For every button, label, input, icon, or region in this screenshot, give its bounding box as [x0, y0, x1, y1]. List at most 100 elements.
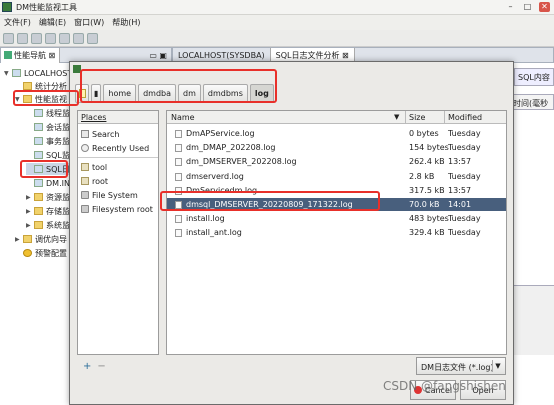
minimize-panel-icon[interactable]: ▭ ▣: [149, 51, 167, 60]
cut-icon[interactable]: [59, 32, 70, 44]
tree-node[interactable]: ▶ 系统监: [26, 219, 70, 231]
menu-bar: 文件(F) 编辑(E) 窗口(W) 帮助(H): [0, 15, 554, 30]
remove-place-button[interactable]: −: [97, 361, 105, 372]
window-controls: – □ ✕: [505, 2, 550, 12]
tree-node[interactable]: 预警配置: [15, 247, 67, 259]
file-size: 154 bytes: [409, 143, 449, 153]
file-modified: Tuesday: [448, 129, 481, 138]
highlight-breadcrumb: [80, 69, 277, 103]
file-row[interactable]: dmserverd.log 2.8 kB Tuesday: [167, 170, 506, 183]
file-size: 329.4 kB: [409, 228, 445, 238]
folder-icon: [23, 235, 32, 243]
disk-icon: [81, 191, 89, 199]
place-label: tool: [92, 162, 108, 172]
new-icon[interactable]: [3, 32, 14, 44]
tree-node[interactable]: ▶ 调优向导: [15, 233, 67, 245]
tree-node[interactable]: ▼ LOCALHOST: [4, 67, 72, 79]
file-row[interactable]: dm_DMSERVER_202208.log 262.4 kB 13:57: [167, 155, 506, 168]
menu-help[interactable]: 帮助(H): [108, 17, 144, 28]
twisty-icon[interactable]: ▶: [15, 236, 21, 243]
place-label: Search: [92, 129, 120, 139]
menu-file[interactable]: 文件(F): [0, 17, 35, 28]
tree-node-label: 预警配置: [35, 248, 67, 258]
back-icon[interactable]: [31, 32, 42, 44]
close-icon[interactable]: ✕: [539, 2, 550, 12]
file-modified: Tuesday: [448, 228, 481, 238]
places-divider: [78, 157, 158, 158]
file-modified: 13:57: [448, 185, 472, 195]
tree-node-label: SQL监: [46, 150, 70, 160]
file-size: 317.5 kB: [409, 185, 445, 195]
tree-node-label: 事务监: [46, 136, 70, 146]
places-header: Places: [78, 111, 158, 124]
save-icon[interactable]: [17, 32, 28, 44]
paste-icon[interactable]: [87, 32, 98, 44]
places-panel: Places Search Recently Used tool root Fi…: [77, 110, 159, 355]
tree-node[interactable]: ▶ 存储监: [26, 205, 70, 217]
file-chooser-dialog: ▮ home dmdba dm dmdbms log Places Search…: [69, 61, 514, 405]
place-tool[interactable]: tool: [81, 161, 107, 173]
column-modified[interactable]: Modified: [448, 113, 482, 122]
twisty-icon[interactable]: ▶: [26, 194, 32, 201]
tree-node[interactable]: 会话监: [26, 121, 70, 133]
file-row[interactable]: install_ant.log 329.4 kB Tuesday: [167, 226, 506, 239]
tree-node[interactable]: 线程监: [26, 107, 70, 119]
add-place-button[interactable]: +: [83, 361, 91, 372]
file-name: dmserverd.log: [186, 171, 244, 181]
menu-window[interactable]: 窗口(W): [70, 17, 108, 28]
menu-edit[interactable]: 编辑(E): [35, 17, 70, 28]
place-label: Filesystem root: [92, 204, 153, 214]
tree-node-label: 资源监: [46, 192, 70, 202]
file-row[interactable]: dm_DMAP_202208.log 154 bytes Tuesday: [167, 141, 506, 154]
place-search[interactable]: Search: [81, 128, 119, 140]
tab-navigator[interactable]: 性能导航 ⊠: [1, 47, 61, 63]
twisty-icon[interactable]: ▼: [4, 70, 10, 77]
file-size: 483 bytes: [409, 214, 449, 224]
file-icon: [175, 144, 182, 153]
file-icon: [175, 158, 182, 167]
place-root[interactable]: root: [81, 175, 108, 187]
search-icon: [81, 130, 89, 138]
column-name[interactable]: Name: [171, 113, 195, 122]
folder-icon: [81, 177, 89, 185]
tree-node[interactable]: ▶ 资源监: [26, 191, 70, 203]
file-size: 0 bytes: [409, 129, 439, 138]
file-icon: [175, 130, 182, 138]
minimize-icon[interactable]: –: [505, 2, 516, 12]
tree-node-label: 线程监: [46, 108, 70, 118]
place-filesystem-root[interactable]: Filesystem root: [81, 203, 153, 215]
disk-icon: [81, 205, 89, 213]
column-size[interactable]: Size: [409, 113, 425, 122]
tree-node-label: 系统监: [46, 220, 70, 230]
file-row[interactable]: install.log 483 bytes Tuesday: [167, 212, 506, 225]
file-modified: Tuesday: [448, 171, 481, 181]
file-list: Name ▼ Size Modified DmAPService.log 0 by…: [166, 110, 507, 355]
file-modified: Tuesday: [448, 214, 481, 224]
twisty-icon[interactable]: ▶: [26, 208, 32, 215]
tree-node[interactable]: DM.INI: [26, 177, 72, 189]
file-row[interactable]: DmAPService.log 0 bytes Tuesday: [167, 127, 506, 140]
file-name: dm_DMSERVER_202208.log: [186, 157, 297, 167]
copy-icon[interactable]: [73, 32, 84, 44]
maximize-icon[interactable]: □: [522, 2, 533, 12]
places-buttons: + −: [77, 359, 159, 373]
file-icon: [175, 229, 182, 238]
place-recently-used[interactable]: Recently Used: [81, 142, 149, 154]
file-filter-value: DM日志文件 (*.log): [421, 363, 494, 372]
file-size: 2.8 kB: [409, 171, 435, 181]
file-filter-select[interactable]: DM日志文件 (*.log) ▼: [416, 357, 506, 375]
sort-arrow-icon[interactable]: ▼: [394, 113, 399, 121]
item-icon: [34, 179, 43, 187]
folder-icon: [81, 163, 89, 171]
watermark: CSDN @fangshishen: [383, 379, 506, 393]
twisty-icon[interactable]: ▶: [26, 222, 32, 229]
file-modified: 13:57: [448, 157, 472, 167]
forward-icon[interactable]: [45, 32, 56, 44]
chevron-down-icon: ▼: [492, 360, 503, 372]
file-size: 70.0 kB: [409, 200, 440, 209]
tree-node-label: 调优向导: [35, 234, 67, 244]
title-bar: DM性能监视工具 – □ ✕: [0, 0, 554, 15]
place-file-system[interactable]: File System: [81, 189, 138, 201]
tree-node[interactable]: 事务监: [26, 135, 70, 147]
file-icon: [175, 172, 182, 181]
